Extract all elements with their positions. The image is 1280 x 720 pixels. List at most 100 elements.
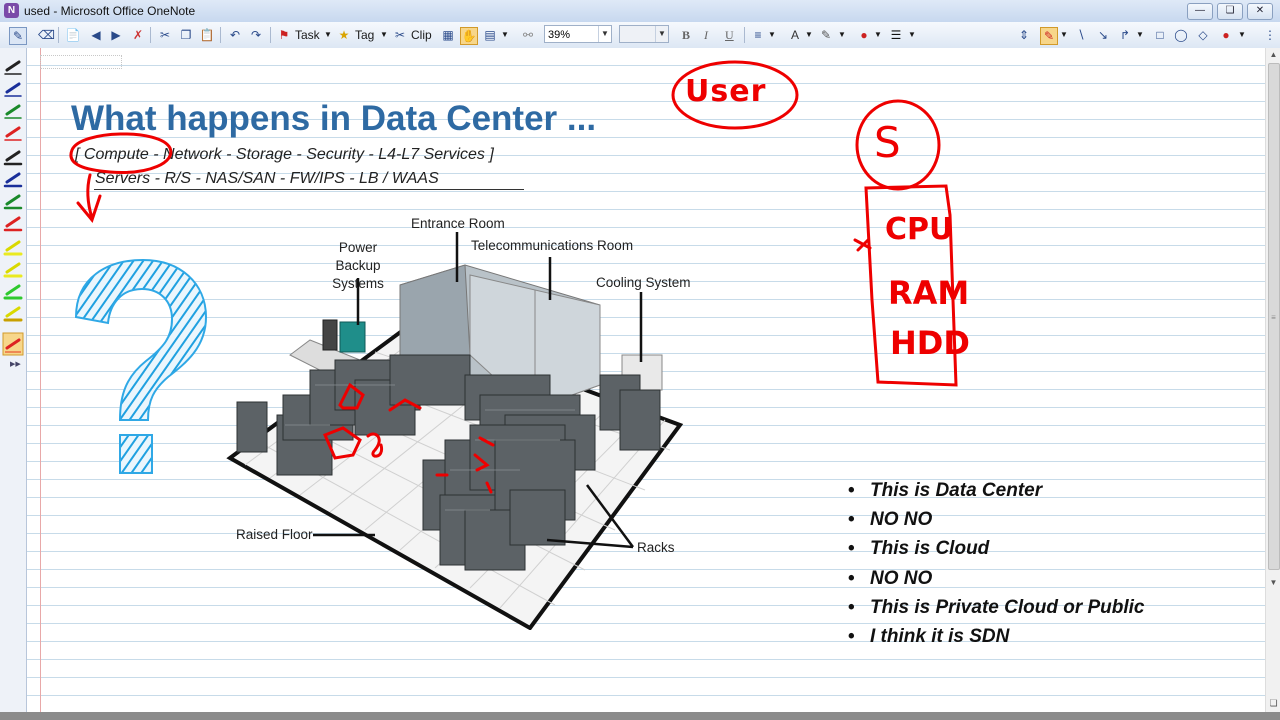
font-size-combo[interactable]: ▼ [619,25,669,43]
zoom-icon[interactable]: ⚯ [520,27,536,43]
cpu-handwriting[interactable]: CPU [885,212,953,247]
shape-color-icon[interactable]: ● [1218,27,1234,43]
chevron-down-icon[interactable]: ▼ [655,26,668,42]
pen-color-icon[interactable]: ● [856,27,872,43]
paste-icon[interactable]: 📋 [199,27,215,43]
formatting-toolbar: ✎ ⌫ 📄 ◀ ▶ ✗ ✂ ❐ 📋 ↶ ↷ ⚑ Task ▼ ★ Tag ▼ ✂… [0,22,1280,49]
table-icon[interactable]: ▦ [440,27,456,43]
datacenter-diagram[interactable] [225,210,695,630]
status-strip [0,712,1280,720]
view-dropdown-icon[interactable]: ▼ [501,26,509,44]
shape-color-dropdown-icon[interactable]: ▼ [1238,26,1246,44]
bullet-dot: • [848,567,855,589]
bullet-item[interactable]: • This is Private Cloud or Public [848,593,1145,622]
delete-icon[interactable]: ✗ [130,27,146,43]
line-weight-dropdown-icon[interactable]: ▼ [908,26,916,44]
page-corner-icon[interactable]: ❏ [1268,698,1279,709]
vertical-scrollbar[interactable]: ▲ ≡ ▼ ❏ [1265,48,1280,712]
bullets-dropdown-icon[interactable]: ▼ [768,26,776,44]
clip-icon[interactable]: ✂ [392,27,408,43]
pasted-source-box[interactable] [40,55,122,69]
user-handwriting[interactable]: User [685,74,766,109]
scroll-down-icon[interactable]: ▼ [1268,578,1279,589]
font-color-icon[interactable]: A [787,27,803,43]
tag-button[interactable]: Tag [355,26,374,44]
chevron-down-icon[interactable]: ▼ [598,26,611,42]
task-button[interactable]: Task [295,26,320,44]
undo-icon[interactable]: ↶ [227,27,243,43]
bold-button[interactable]: B [682,26,690,44]
rectangle-tool-icon[interactable]: □ [1152,27,1168,43]
entrance-room-label: Entrance Room [411,216,505,231]
bullet-dot: • [848,509,855,531]
font-color-dropdown-icon[interactable]: ▼ [805,26,813,44]
view-icon[interactable]: ▤ [482,27,498,43]
forward-icon[interactable]: ▶ [108,27,124,43]
restore-button[interactable]: ❏ [1217,3,1243,20]
bullet-dot: • [848,480,855,501]
arrow-tool-icon[interactable]: ↘ [1095,27,1111,43]
services-line[interactable]: [ Compute - Network - Storage - Security… [75,146,494,164]
highlight-dropdown-icon[interactable]: ▼ [838,26,846,44]
page-heading[interactable]: What happens in Data Center ... [71,99,596,139]
line-tool-icon[interactable]: ∖ [1073,27,1089,43]
back-icon[interactable]: ◀ [88,27,104,43]
copy-icon[interactable]: ❐ [178,27,194,43]
new-page-icon[interactable]: 📄 [65,27,81,43]
toolbar-options-icon[interactable]: ⇕ [1016,27,1032,43]
cooling-system-label: Cooling System [596,275,691,290]
pan-hand-icon[interactable]: ✋ [460,27,478,45]
tag-star-icon[interactable]: ★ [336,27,352,43]
bullet-item[interactable]: • This is Data Center [848,476,1145,505]
hdd-handwriting[interactable]: HDD [890,324,970,362]
scroll-grip-icon: ≡ [1271,313,1276,322]
bullet-item[interactable]: • NO NO [848,564,1145,593]
server-letter-handwriting[interactable]: S [874,118,901,167]
toolbar-separator [58,27,59,43]
clip-button[interactable]: Clip [411,26,432,44]
ram-handwriting[interactable]: RAM [888,274,969,312]
bullet-list[interactable]: • This is Data Center • NO NO • This is Clo… [848,476,1145,651]
ellipse-tool-icon[interactable]: ◯ [1173,27,1189,43]
more-pens-icon[interactable]: ▶▶ [10,360,21,368]
devices-underline [94,189,524,190]
bullets-icon[interactable]: ≡ [750,27,766,43]
raised-floor-label: Raised Floor [236,527,313,542]
cut-icon[interactable]: ✂ [157,27,173,43]
italic-button[interactable]: I [704,26,708,44]
redo-icon[interactable]: ↷ [248,27,264,43]
bullet-item[interactable]: • I think it is SDN [848,622,1145,651]
scroll-up-icon[interactable]: ▲ [1268,50,1279,61]
bullet-item[interactable]: • This is Cloud [848,534,1145,563]
zoom-combo[interactable]: 39% ▼ [544,25,612,43]
eraser-icon[interactable]: ⌫ [38,27,55,43]
bullet-item[interactable]: • NO NO [848,505,1145,534]
shape-dropdown-icon[interactable]: ▼ [1136,26,1144,44]
pen-color-dropdown-icon[interactable]: ▼ [874,26,882,44]
connector-tool-icon[interactable]: ↱ [1117,27,1133,43]
tag-dropdown-icon[interactable]: ▼ [380,26,388,44]
devices-line[interactable]: Servers - R/S - NAS/SAN - FW/IPS - LB / … [95,170,439,188]
line-weight-icon[interactable]: ☰ [888,27,904,43]
toolbar-more-icon[interactable]: ⋮ [1262,27,1278,43]
highlight-icon[interactable]: ✎ [818,27,834,43]
toolbar-separator [270,27,271,43]
question-mark-image[interactable] [68,255,213,480]
window-title: used - Microsoft Office OneNote [24,4,196,18]
diamond-tool-icon[interactable]: ◇ [1195,27,1211,43]
toolbar-separator [150,27,151,43]
underline-button[interactable]: U [725,26,734,44]
pens-sidebar: ▶▶ [0,48,27,712]
power-backup-unit [339,321,366,353]
task-dropdown-icon[interactable]: ▼ [324,26,332,44]
minimize-button[interactable]: — [1187,3,1213,20]
bullet-dot: • [848,538,855,560]
task-flag-icon[interactable]: ⚑ [276,27,292,43]
close-button[interactable]: ✕ [1247,3,1273,20]
pen-dropdown-icon[interactable]: ▼ [1060,26,1068,44]
pen-mode-icon[interactable]: ✎ [9,27,27,45]
page-margin-line [40,48,41,712]
pen-red-icon[interactable]: ✎ [1040,27,1058,45]
onenote-app-icon[interactable]: N [4,3,19,18]
pen-swatches[interactable] [0,56,26,386]
